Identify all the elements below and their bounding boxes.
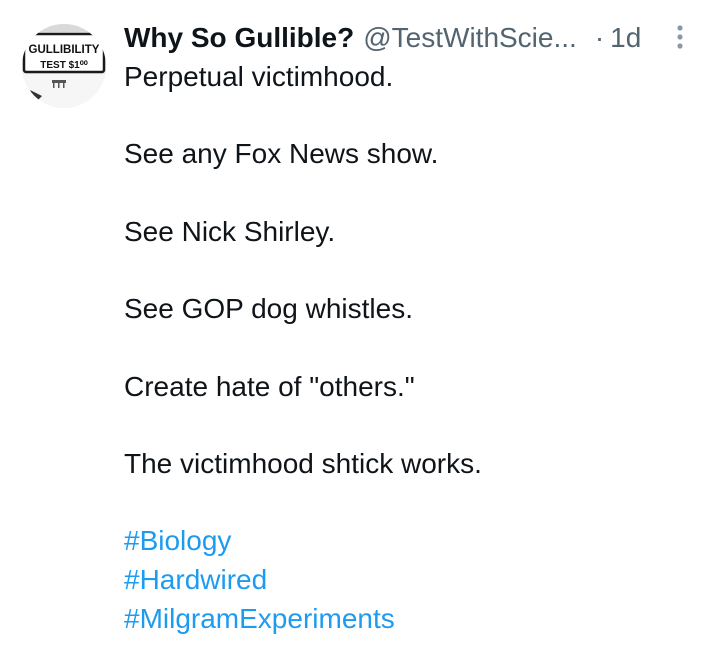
tweet-text-line: See any Fox News show. <box>124 138 439 170</box>
author-display-name[interactable]: Why So Gullible? <box>124 18 354 58</box>
separator-dot: · <box>594 22 605 53</box>
more-options-button[interactable] <box>666 22 694 54</box>
avatar-sign-line2: TEST $1⁰⁰ <box>40 60 87 71</box>
author-handle[interactable]: @TestWithScie... <box>363 18 577 58</box>
hashtag-link-hardwired[interactable]: #Hardwired <box>124 561 704 600</box>
tweet-text-line: Perpetual victimhood. <box>124 61 394 92</box>
avatar-image: GULLIBILITY TEST $1⁰⁰ <box>22 24 106 108</box>
tweet-text-line: Create hate of "others." <box>124 370 415 402</box>
tweet-text-line: See GOP dog whistles. <box>124 293 413 325</box>
avatar[interactable]: GULLIBILITY TEST $1⁰⁰ <box>22 24 106 108</box>
tweet-body: Perpetual victimhood. See any Fox News s… <box>124 58 704 638</box>
tweet-text-line: See Nick Shirley. <box>124 215 336 247</box>
tweet-header: Why So Gullible? @TestWithScie... · 1d <box>124 18 704 58</box>
hashtag-link-biology[interactable]: #Biology <box>124 522 704 561</box>
more-vertical-icon <box>677 25 683 49</box>
avatar-sign-line1: GULLIBILITY <box>29 44 100 56</box>
tweet-text-line: The victimhood shtick works. <box>124 447 482 479</box>
tweet[interactable]: GULLIBILITY TEST $1⁰⁰ Why So Gullible? @… <box>0 0 720 649</box>
hashtag-link-milgram-experiments[interactable]: #MilgramExperiments <box>124 600 704 639</box>
tweet-timestamp[interactable]: 1d <box>610 18 641 58</box>
